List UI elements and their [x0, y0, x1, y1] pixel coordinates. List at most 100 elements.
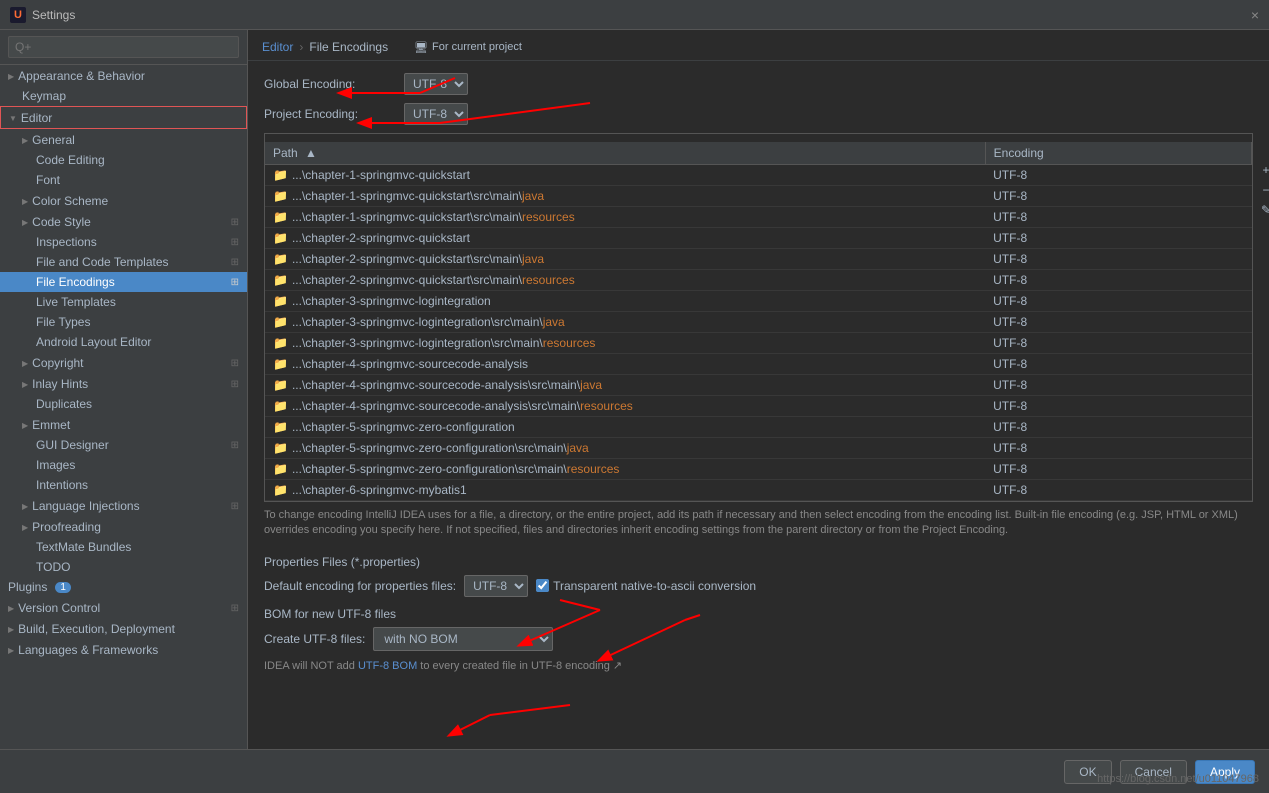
- sidebar: Appearance & Behavior Keymap Editor Gene…: [0, 30, 248, 749]
- sidebar-item-plugins[interactable]: Plugins 1: [0, 577, 247, 597]
- for-project-link[interactable]: 🖥 For current project: [414, 41, 522, 54]
- sidebar-item-inspections[interactable]: Inspections ⊞: [0, 232, 247, 252]
- for-project-text: For current project: [432, 41, 522, 53]
- sidebar-item-todo[interactable]: TODO: [0, 557, 247, 577]
- table-row[interactable]: 📁 ...\chapter-3-springmvc-logintegration\…: [265, 312, 1252, 333]
- table-row[interactable]: 📁...\chapter-1-springmvc-quickstartUTF-8: [265, 165, 1252, 186]
- file-table-container[interactable]: Path ▲ Encoding 📁...\chapter-1-springmvc…: [264, 133, 1253, 502]
- folder-icon: 📁: [273, 315, 288, 329]
- sidebar-item-label: Copyright: [32, 356, 83, 370]
- bom-link[interactable]: UTF-8 BOM: [358, 660, 417, 672]
- folder-icon: 📁: [273, 441, 288, 455]
- sidebar-item-editor[interactable]: Editor: [0, 106, 247, 129]
- sidebar-item-code-editing[interactable]: Code Editing: [0, 150, 247, 170]
- sidebar-item-duplicates[interactable]: Duplicates: [0, 394, 247, 414]
- table-row[interactable]: 📁...\chapter-5-springmvc-zero-configurat…: [265, 438, 1252, 459]
- sidebar-item-proofreading[interactable]: Proofreading: [0, 516, 247, 537]
- table-row[interactable]: 📁...\chapter-6-springmvc-mybatis1UTF-8: [265, 480, 1252, 501]
- sidebar-item-label: Plugins: [8, 580, 47, 594]
- sidebar-item-language-injections[interactable]: Language Injections ⊞: [0, 495, 247, 516]
- sidebar-item-code-style[interactable]: Code Style ⊞: [0, 211, 247, 232]
- encoding-cell: UTF-8: [985, 291, 1251, 312]
- folder-icon: 📁: [273, 273, 288, 287]
- sidebar-item-font[interactable]: Font: [0, 170, 247, 190]
- sidebar-item-general[interactable]: General: [0, 129, 247, 150]
- search-box: [0, 30, 247, 65]
- sidebar-item-color-scheme[interactable]: Color Scheme: [0, 190, 247, 211]
- sidebar-item-version-control[interactable]: Version Control ⊞: [0, 597, 247, 618]
- sidebar-item-keymap[interactable]: Keymap: [0, 86, 247, 106]
- bom-select[interactable]: with NO BOM with BOM: [373, 627, 553, 651]
- expand-icon: [22, 502, 28, 511]
- remove-button[interactable]: −: [1257, 181, 1269, 199]
- sidebar-item-build[interactable]: Build, Execution, Deployment: [0, 618, 247, 639]
- sidebar-item-appearance[interactable]: Appearance & Behavior: [0, 65, 247, 86]
- table-row[interactable]: 📁...\chapter-5-springmvc-zero-configurat…: [265, 417, 1252, 438]
- project-encoding-select[interactable]: UTF-8: [404, 103, 468, 125]
- breadcrumb-separator: ›: [299, 40, 303, 54]
- sidebar-item-label: General: [32, 133, 75, 147]
- expand-icon: [22, 421, 28, 430]
- path-text: ...\chapter-3-springmvc-logintegration\s…: [292, 315, 543, 329]
- table-row[interactable]: 📁...\chapter-1-springmvc-quickstart\src\…: [265, 207, 1252, 228]
- app-icon: U: [10, 7, 26, 23]
- path-text: ...\chapter-4-springmvc-sourcecode-analy…: [292, 399, 580, 413]
- sidebar-item-label: Languages & Frameworks: [18, 643, 158, 657]
- encoding-cell: UTF-8: [985, 165, 1251, 186]
- sidebar-item-intentions[interactable]: Intentions: [0, 475, 247, 495]
- default-encoding-select[interactable]: UTF-8: [464, 575, 528, 597]
- table-row[interactable]: 📁...\chapter-2-springmvc-quickstartUTF-8: [265, 228, 1252, 249]
- bom-row: Create UTF-8 files: with NO BOM with BOM: [264, 627, 1253, 651]
- col-path[interactable]: Path ▲: [265, 142, 985, 165]
- folder-icon: 📁: [273, 231, 288, 245]
- global-encoding-select[interactable]: UTF-8: [404, 73, 468, 95]
- sidebar-item-label: Build, Execution, Deployment: [18, 622, 175, 636]
- sidebar-item-android-layout[interactable]: Android Layout Editor: [0, 332, 247, 352]
- transparent-label[interactable]: Transparent native-to-ascii conversion: [536, 579, 756, 593]
- path-text: ...\chapter-3-springmvc-logintegration\s…: [292, 336, 543, 350]
- sidebar-item-label: Keymap: [22, 89, 66, 103]
- encoding-cell: UTF-8: [985, 480, 1251, 501]
- sidebar-item-label: TODO: [36, 560, 70, 574]
- sidebar-item-label: Appearance & Behavior: [18, 69, 145, 83]
- sidebar-item-images[interactable]: Images: [0, 455, 247, 475]
- sidebar-item-file-types[interactable]: File Types: [0, 312, 247, 332]
- sidebar-item-file-templates[interactable]: File and Code Templates ⊞: [0, 252, 247, 272]
- bom-section: BOM for new UTF-8 files Create UTF-8 fil…: [264, 607, 1253, 672]
- expand-icon: [9, 114, 17, 123]
- sidebar-item-inlay-hints[interactable]: Inlay Hints ⊞: [0, 373, 247, 394]
- table-toolbar: + − ✎: [1257, 161, 1269, 219]
- table-row[interactable]: 📁...\chapter-4-springmvc-sourcecode-anal…: [265, 396, 1252, 417]
- table-row[interactable]: 📁...\chapter-4-springmvc-sourcecode-anal…: [265, 354, 1252, 375]
- sidebar-item-gui-designer[interactable]: GUI Designer ⊞: [0, 435, 247, 455]
- col-encoding[interactable]: Encoding: [985, 142, 1251, 165]
- table-row[interactable]: 📁...\chapter-3-springmvc-logintegrationU…: [265, 291, 1252, 312]
- sidebar-item-file-encodings[interactable]: File Encodings ⊞: [0, 272, 247, 292]
- sidebar-item-label: File Encodings: [36, 275, 115, 289]
- copy-icon: ⊞: [231, 237, 239, 248]
- info-text: To change encoding IntelliJ IDEA uses fo…: [264, 502, 1253, 545]
- path-bold: java: [543, 315, 565, 329]
- sidebar-item-textmate[interactable]: TextMate Bundles: [0, 537, 247, 557]
- sidebar-item-languages[interactable]: Languages & Frameworks: [0, 639, 247, 660]
- sidebar-item-copyright[interactable]: Copyright ⊞: [0, 352, 247, 373]
- table-row[interactable]: 📁...\chapter-4-springmvc-sourcecode-anal…: [265, 375, 1252, 396]
- edit-button[interactable]: ✎: [1257, 201, 1269, 219]
- add-button[interactable]: +: [1257, 161, 1269, 179]
- path-bold: resources: [522, 273, 575, 287]
- global-encoding-label: Global Encoding:: [264, 77, 394, 91]
- transparent-checkbox[interactable]: [536, 579, 549, 592]
- breadcrumb-editor[interactable]: Editor: [262, 40, 293, 54]
- encoding-cell: UTF-8: [985, 438, 1251, 459]
- table-row[interactable]: 📁...\chapter-1-springmvc-quickstart\src\…: [265, 186, 1252, 207]
- sidebar-item-live-templates[interactable]: Live Templates: [0, 292, 247, 312]
- sidebar-item-emmet[interactable]: Emmet: [0, 414, 247, 435]
- encoding-cell: UTF-8: [985, 417, 1251, 438]
- table-row[interactable]: 📁...\chapter-2-springmvc-quickstart\src\…: [265, 270, 1252, 291]
- table-row[interactable]: 📁...\chapter-2-springmvc-quickstart\src\…: [265, 249, 1252, 270]
- table-row[interactable]: 📁...\chapter-5-springmvc-zero-configurat…: [265, 459, 1252, 480]
- table-row[interactable]: 📁...\chapter-3-springmvc-logintegration\…: [265, 333, 1252, 354]
- expand-icon: [22, 197, 28, 206]
- close-button[interactable]: ×: [1251, 7, 1259, 23]
- search-input[interactable]: [8, 36, 239, 58]
